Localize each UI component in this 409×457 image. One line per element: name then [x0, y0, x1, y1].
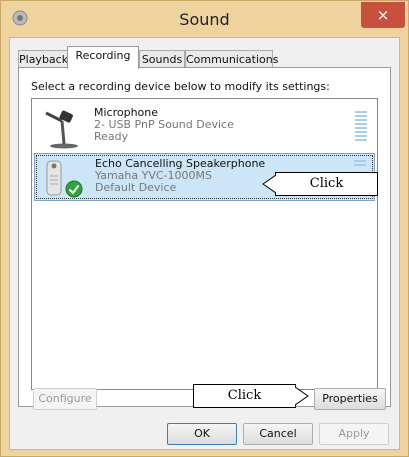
tab-recording[interactable]: Recording [67, 46, 139, 69]
device-text: Microphone 2- USB PnP Sound Device Ready [94, 107, 234, 143]
device-text: Echo Cancelling Speakerphone Yamaha YVC-… [95, 158, 265, 194]
device-status: Ready [94, 130, 129, 143]
click-callout-properties: Click [193, 384, 296, 408]
instruction-text: Select a recording device below to modif… [31, 80, 330, 93]
level-meter [355, 111, 367, 143]
configure-button[interactable]: Configure [33, 388, 97, 410]
close-icon: × [376, 6, 390, 24]
device-status: Default Device [95, 181, 177, 194]
window-title: Sound [179, 10, 230, 29]
tab-communications[interactable]: Communications [185, 50, 278, 68]
recording-panel: Select a recording device below to modif… [18, 67, 391, 407]
device-microphone[interactable]: Microphone 2- USB PnP Sound Device Ready [34, 103, 375, 151]
properties-button[interactable]: Properties [314, 388, 386, 410]
level-meter [354, 160, 366, 168]
ok-button[interactable]: OK [167, 423, 237, 445]
close-button[interactable]: × [361, 2, 405, 28]
microphone-icon [45, 110, 78, 149]
click-callout-device: Click [275, 172, 378, 196]
callout-pointer [295, 386, 309, 406]
default-checkmark-icon [65, 180, 83, 198]
tab-sounds[interactable]: Sounds [139, 50, 185, 68]
device-list[interactable]: Microphone 2- USB PnP Sound Device Ready [31, 98, 378, 390]
title-bar: Sound × [1, 1, 408, 37]
apply-button[interactable]: Apply [319, 423, 389, 445]
callout-pointer [262, 174, 276, 194]
tab-playback[interactable]: Playback [18, 50, 68, 68]
cancel-button[interactable]: Cancel [243, 423, 313, 445]
